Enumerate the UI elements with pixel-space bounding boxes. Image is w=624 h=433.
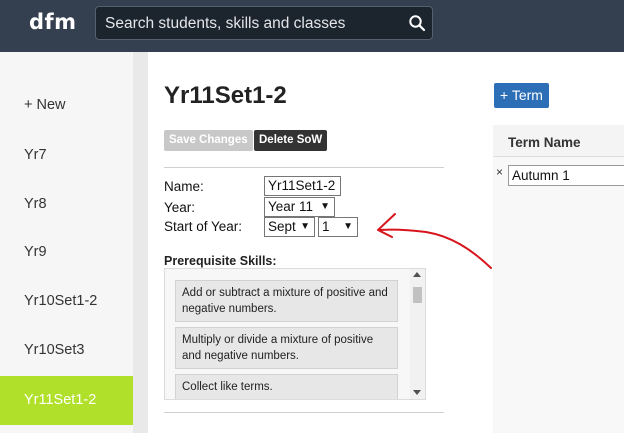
dropdown-arrow-icon: ▼ <box>343 221 353 232</box>
table-row: × Autumn 1 <box>493 157 624 433</box>
dropdown-arrow-icon: ▼ <box>320 201 330 212</box>
delete-sow-button[interactable]: Delete SoW <box>254 130 328 151</box>
sidebar: + New Yr7 Yr8 Yr9 Yr10Set1-2 Yr10Set3 Yr… <box>0 52 133 433</box>
divider <box>164 167 444 168</box>
search-input[interactable]: Search students, skills and classes <box>105 15 345 33</box>
remove-term-icon[interactable]: × <box>496 165 503 179</box>
scroll-down-arrow-icon[interactable] <box>413 390 421 395</box>
scroll-thumb[interactable] <box>413 287 422 303</box>
sidebar-item-yr10set3[interactable]: Yr10Set3 <box>0 326 133 375</box>
start-of-year-label: Start of Year: <box>164 219 243 234</box>
start-month-value: Sept <box>268 219 296 234</box>
start-month-select[interactable]: Sept ▼ <box>264 217 315 237</box>
sidebar-item-yr10set1-2[interactable]: Yr10Set1-2 <box>0 277 133 326</box>
sidebar-item-yr8[interactable]: Yr8 <box>0 180 133 229</box>
prerequisite-skills-list[interactable]: Add or subtract a mixture of positive an… <box>164 268 426 400</box>
sidebar-item-yr7[interactable]: Yr7 <box>0 131 133 180</box>
term-name-input[interactable]: Autumn 1 <box>508 165 624 186</box>
prerequisite-skills-title: Prerequisite Skills: <box>164 254 277 268</box>
term-name-value: Autumn 1 <box>512 168 570 183</box>
divider <box>164 412 444 413</box>
term-name-column-header: Term Name <box>508 135 581 150</box>
year-select[interactable]: Year 11 ▼ <box>264 197 335 217</box>
sidebar-gutter <box>133 52 148 433</box>
skill-item[interactable]: Multiply or divide a mixture of positive… <box>175 327 398 369</box>
skill-item[interactable]: Collect like terms. <box>175 374 398 399</box>
app-logo[interactable]: dfm <box>29 10 77 34</box>
scroll-up-arrow-icon[interactable] <box>413 272 421 277</box>
search-icon[interactable] <box>408 14 426 32</box>
year-select-value: Year 11 <box>268 199 314 214</box>
start-day-select[interactable]: 1 ▼ <box>318 217 358 237</box>
top-bar: dfm Search students, skills and classes <box>0 0 624 52</box>
year-label: Year: <box>164 200 196 215</box>
page-title: Yr11Set1-2 <box>164 82 287 109</box>
scrollbar[interactable] <box>410 269 425 399</box>
dropdown-arrow-icon: ▼ <box>300 221 310 232</box>
add-term-button[interactable]: + Term <box>494 83 549 108</box>
save-changes-button[interactable]: Save Changes <box>164 130 253 151</box>
name-label: Name: <box>164 179 204 194</box>
name-input-value: Yr11Set1-2 <box>268 178 336 193</box>
start-day-value: 1 <box>322 219 330 234</box>
search-box[interactable]: Search students, skills and classes <box>95 6 433 40</box>
skill-item[interactable]: Add or subtract a mixture of positive an… <box>175 280 398 322</box>
term-table-header: Term Name <box>493 125 624 157</box>
sidebar-item-yr9[interactable]: Yr9 <box>0 228 133 277</box>
name-input[interactable]: Yr11Set1-2 <box>264 176 341 196</box>
sidebar-item-yr11set1-2[interactable]: Yr11Set1-2 <box>0 376 133 425</box>
sidebar-item-new[interactable]: + New <box>0 81 133 130</box>
